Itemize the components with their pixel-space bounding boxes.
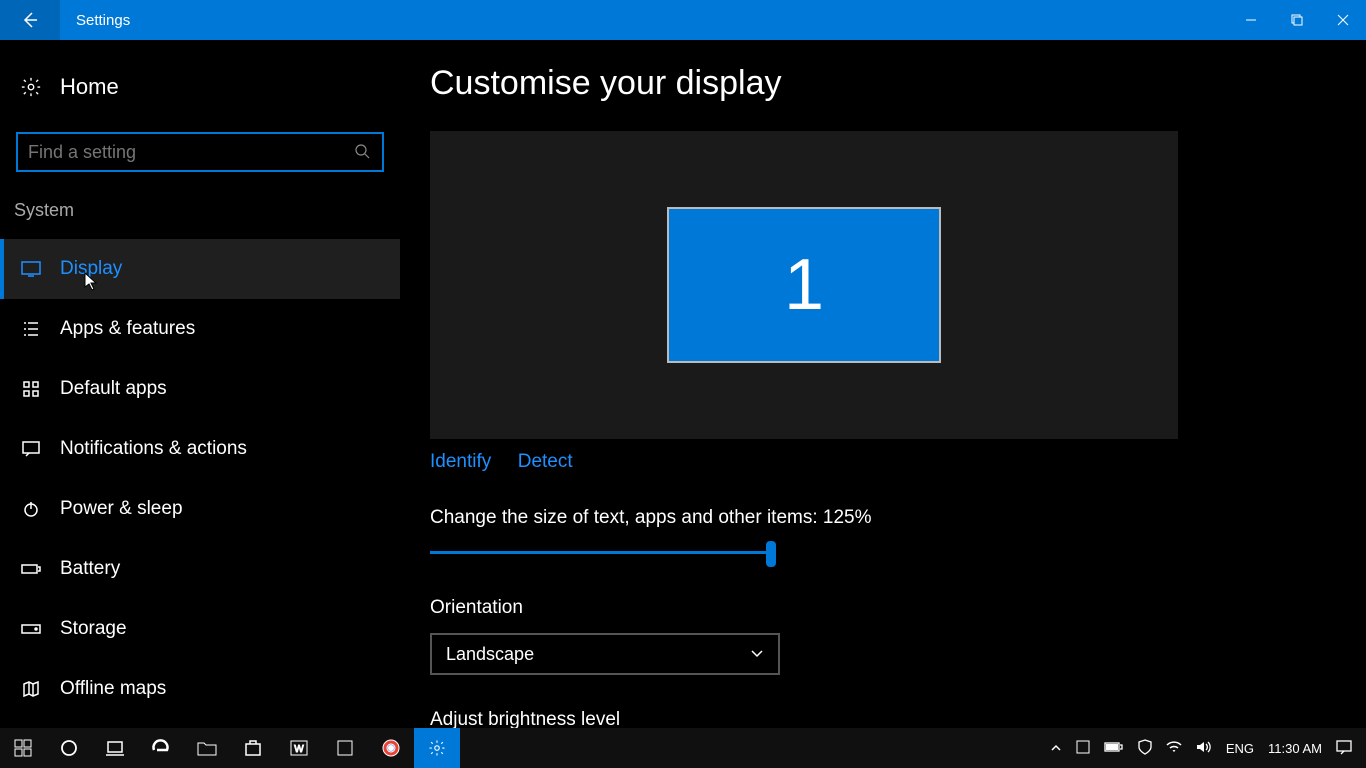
sidebar: Home System Display Apps & features Defa… xyxy=(0,40,400,728)
square-icon xyxy=(1076,740,1090,754)
folder-icon xyxy=(197,740,217,756)
sidebar-item-notifications[interactable]: Notifications & actions xyxy=(0,419,400,479)
gear-icon xyxy=(428,739,446,757)
volume-icon xyxy=(1196,740,1212,754)
start-button[interactable] xyxy=(0,728,46,768)
search-icon xyxy=(354,143,372,161)
circle-icon xyxy=(60,739,78,757)
notification-icon xyxy=(1336,739,1352,755)
tray-volume[interactable] xyxy=(1196,740,1212,757)
sidebar-item-label: Power & sleep xyxy=(60,498,183,520)
window-title: Settings xyxy=(60,12,130,29)
tray-app-icon[interactable] xyxy=(1076,740,1090,757)
sidebar-item-label: Display xyxy=(60,258,122,280)
close-icon xyxy=(1337,14,1349,26)
taskbar-edge[interactable] xyxy=(138,728,184,768)
search-input-wrap[interactable] xyxy=(16,132,384,172)
svg-text:W: W xyxy=(294,744,304,755)
sidebar-category: System xyxy=(0,200,400,239)
orientation-dropdown[interactable]: Landscape xyxy=(430,633,780,675)
sidebar-item-apps[interactable]: Apps & features xyxy=(0,299,400,359)
arrow-left-icon xyxy=(20,10,40,30)
taskview-button[interactable] xyxy=(92,728,138,768)
sidebar-item-label: Offline maps xyxy=(60,678,166,700)
store-icon xyxy=(244,739,262,757)
chevron-up-icon xyxy=(1050,743,1062,753)
scale-slider[interactable] xyxy=(430,543,780,563)
orientation-label: Orientation xyxy=(430,597,1366,619)
display-preview[interactable]: 1 xyxy=(430,131,1178,439)
tray-clock[interactable]: 11:30 AM xyxy=(1268,741,1322,756)
map-icon xyxy=(20,678,42,700)
tray-language[interactable]: ENG xyxy=(1226,741,1254,756)
word-icon: W xyxy=(290,739,308,757)
tray-chevron[interactable] xyxy=(1050,741,1062,756)
maximize-icon xyxy=(1291,14,1303,26)
taskbar-chrome[interactable] xyxy=(368,728,414,768)
taskbar-word[interactable]: W xyxy=(276,728,322,768)
taskbar: W ENG 11:30 AM xyxy=(0,728,1366,768)
app-icon xyxy=(336,739,354,757)
windows-icon xyxy=(14,739,32,757)
battery-icon xyxy=(1104,741,1124,753)
power-icon xyxy=(20,498,42,520)
system-tray: ENG 11:30 AM xyxy=(1050,739,1366,758)
taskbar-settings[interactable] xyxy=(414,728,460,768)
sidebar-home-label: Home xyxy=(60,74,119,100)
display-icon xyxy=(20,258,42,280)
titlebar: Settings xyxy=(0,0,1366,40)
grid-icon xyxy=(20,378,42,400)
taskbar-store[interactable] xyxy=(230,728,276,768)
sidebar-item-default-apps[interactable]: Default apps xyxy=(0,359,400,419)
maximize-button[interactable] xyxy=(1274,0,1320,40)
sidebar-item-label: Storage xyxy=(60,618,127,640)
shield-icon xyxy=(1138,739,1152,755)
orientation-value: Landscape xyxy=(446,644,534,665)
taskview-icon xyxy=(105,740,125,756)
chrome-icon xyxy=(382,739,400,757)
tray-battery[interactable] xyxy=(1104,741,1124,756)
tray-action-center[interactable] xyxy=(1336,739,1352,758)
sidebar-item-storage[interactable]: Storage xyxy=(0,599,400,659)
sidebar-item-label: Default apps xyxy=(60,378,167,400)
slider-track xyxy=(430,551,770,554)
taskbar-app[interactable] xyxy=(322,728,368,768)
sidebar-item-battery[interactable]: Battery xyxy=(0,539,400,599)
sidebar-item-maps[interactable]: Offline maps xyxy=(0,659,400,719)
detect-link[interactable]: Detect xyxy=(518,451,573,472)
edge-icon xyxy=(151,738,171,758)
identify-link[interactable]: Identify xyxy=(430,451,491,472)
main-panel: Customise your display 1 Identify Detect… xyxy=(400,40,1366,728)
cortana-button[interactable] xyxy=(46,728,92,768)
tray-security[interactable] xyxy=(1138,739,1152,758)
minimize-button[interactable] xyxy=(1228,0,1274,40)
scale-label: Change the size of text, apps and other … xyxy=(430,507,1366,529)
chevron-down-icon xyxy=(750,649,764,659)
close-button[interactable] xyxy=(1320,0,1366,40)
sidebar-item-power[interactable]: Power & sleep xyxy=(0,479,400,539)
message-icon xyxy=(20,438,42,460)
sidebar-item-label: Battery xyxy=(60,558,120,580)
back-button[interactable] xyxy=(0,0,60,40)
slider-thumb[interactable] xyxy=(766,541,776,567)
sidebar-item-label: Notifications & actions xyxy=(60,438,247,460)
page-title: Customise your display xyxy=(430,64,1366,103)
list-icon xyxy=(20,318,42,340)
tray-wifi[interactable] xyxy=(1166,740,1182,757)
brightness-label: Adjust brightness level xyxy=(430,709,1366,728)
gear-icon xyxy=(20,76,42,98)
sidebar-home[interactable]: Home xyxy=(0,68,400,106)
storage-icon xyxy=(20,618,42,640)
taskbar-explorer[interactable] xyxy=(184,728,230,768)
minimize-icon xyxy=(1245,14,1257,26)
search-input[interactable] xyxy=(28,142,354,163)
sidebar-item-label: Apps & features xyxy=(60,318,195,340)
sidebar-item-display[interactable]: Display xyxy=(0,239,400,299)
battery-icon xyxy=(20,558,42,580)
wifi-icon xyxy=(1166,740,1182,754)
monitor-tile[interactable]: 1 xyxy=(667,207,941,363)
